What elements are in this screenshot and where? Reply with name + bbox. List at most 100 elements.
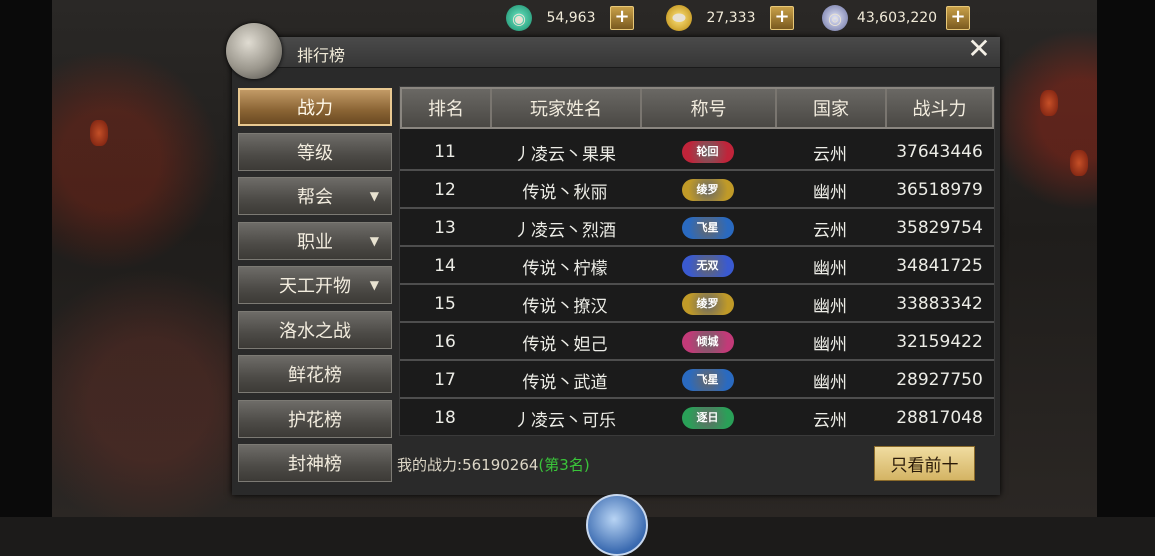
power-cell: 34841725 bbox=[896, 256, 983, 276]
title-badge-icon: 绫罗 bbox=[681, 293, 734, 315]
player-name-cell: 传说丶武道 bbox=[522, 372, 608, 393]
category-tab-label: 职业 bbox=[297, 232, 333, 253]
power-cell: 33883342 bbox=[896, 294, 983, 314]
category-tab[interactable]: 洛水之战 bbox=[238, 311, 392, 349]
title-badge-icon: 逐日 bbox=[681, 407, 734, 429]
table-row[interactable]: 16 传说丶妲己 倾城 幽州 32159422 bbox=[400, 325, 994, 361]
header-country: 国家 bbox=[777, 89, 887, 127]
category-tab[interactable]: 等级 bbox=[238, 133, 392, 171]
player-name-cell: 传说丶秋丽 bbox=[522, 182, 608, 203]
category-tab[interactable]: 鲜花榜 bbox=[238, 355, 392, 393]
power-cell: 28927750 bbox=[896, 370, 983, 390]
table-row[interactable]: 13 丿凌云丶烈酒 飞星 云州 35829754 bbox=[400, 211, 994, 247]
player-name-cell: 传说丶妲己 bbox=[522, 334, 608, 355]
header-player-name: 玩家姓名 bbox=[492, 89, 642, 127]
jade-icon: ◉ bbox=[506, 5, 532, 31]
country-cell: 幽州 bbox=[813, 258, 847, 279]
country-cell: 幽州 bbox=[813, 334, 847, 355]
currency-jade: ◉ 54,963 + bbox=[506, 4, 634, 32]
category-tab[interactable]: 天工开物 ▼ bbox=[238, 266, 392, 304]
bottom-skill-icon[interactable] bbox=[586, 494, 648, 556]
lantern-decoration bbox=[90, 120, 108, 146]
table-header: 排名 玩家姓名 称号 国家 战斗力 bbox=[400, 87, 994, 129]
title-badge-cell: 逐日 bbox=[640, 407, 775, 429]
rank-cell: 17 bbox=[434, 370, 456, 390]
category-tab-label: 封神榜 bbox=[288, 454, 342, 475]
gold-ingot-icon: ⬬ bbox=[666, 5, 692, 31]
category-tab-label: 鲜花榜 bbox=[288, 365, 342, 386]
country-cell: 云州 bbox=[813, 144, 847, 165]
rank-cell: 13 bbox=[434, 218, 456, 238]
table-body[interactable]: 11 丿凌云丶果果 轮回 云州 37643446 12 传说丶秋丽 绫罗 幽州 36518979 1… bbox=[400, 129, 994, 435]
title-badge-cell: 飞星 bbox=[640, 369, 775, 391]
dropdown-arrow-icon: ▼ bbox=[369, 189, 379, 203]
table-row[interactable]: 14 传说丶柠檬 无双 幽州 34841725 bbox=[400, 249, 994, 285]
my-power-summary: 我的战力:56190264(第3名) bbox=[397, 454, 590, 475]
player-name-cell: 传说丶撩汉 bbox=[522, 296, 608, 317]
show-top-ten-button[interactable]: 只看前十 bbox=[874, 446, 975, 481]
player-name-cell: 丿凌云丶可乐 bbox=[514, 410, 616, 431]
title-badge-icon: 倾城 bbox=[681, 331, 734, 353]
add-silver-button[interactable]: + bbox=[946, 6, 970, 30]
table-row[interactable]: 17 传说丶武道 飞星 幽州 28927750 bbox=[400, 363, 994, 399]
country-cell: 幽州 bbox=[813, 182, 847, 203]
title-badge-icon: 轮回 bbox=[681, 141, 734, 163]
currency-silver: ◎ 43,603,220 + bbox=[822, 4, 970, 32]
table-row[interactable]: 12 传说丶秋丽 绫罗 幽州 36518979 bbox=[400, 173, 994, 209]
player-name-cell: 丿凌云丶烈酒 bbox=[514, 220, 616, 241]
category-tab[interactable]: 职业 ▼ bbox=[238, 222, 392, 260]
power-cell: 28817048 bbox=[896, 408, 983, 428]
category-tab-label: 战力 bbox=[297, 98, 333, 119]
silver-amount: 43,603,220 bbox=[856, 10, 938, 26]
left-edge bbox=[0, 0, 52, 517]
my-rank: (第3名) bbox=[538, 456, 590, 474]
title-badge-icon: 飞星 bbox=[681, 217, 734, 239]
rank-cell: 11 bbox=[434, 142, 456, 162]
player-name-cell: 丿凌云丶果果 bbox=[514, 144, 616, 165]
category-tab-label: 天工开物 bbox=[279, 276, 351, 297]
rank-cell: 18 bbox=[434, 408, 456, 428]
category-tab[interactable]: 帮会 ▼ bbox=[238, 177, 392, 215]
table-row[interactable]: 11 丿凌云丶果果 轮回 云州 37643446 bbox=[400, 135, 994, 171]
category-tab[interactable]: 封神榜 bbox=[238, 444, 392, 482]
header-rank: 排名 bbox=[402, 89, 492, 127]
title-badge-icon: 绫罗 bbox=[681, 179, 734, 201]
title-badge-cell: 绫罗 bbox=[640, 179, 775, 201]
add-gold-button[interactable]: + bbox=[770, 6, 794, 30]
lantern-decoration bbox=[1040, 90, 1058, 116]
category-tab-label: 洛水之战 bbox=[279, 321, 351, 342]
power-cell: 36518979 bbox=[896, 180, 983, 200]
player-name-cell: 传说丶柠檬 bbox=[522, 258, 608, 279]
rank-cell: 15 bbox=[434, 294, 456, 314]
country-cell: 云州 bbox=[813, 410, 847, 431]
power-cell: 35829754 bbox=[896, 218, 983, 238]
title-badge-icon: 无双 bbox=[681, 255, 734, 277]
ranking-table: 排名 玩家姓名 称号 国家 战斗力 11 丿凌云丶果果 轮回 云州 37643446 12… bbox=[399, 86, 995, 436]
rank-cell: 16 bbox=[434, 332, 456, 352]
category-tab-label: 帮会 bbox=[297, 187, 333, 208]
table-row[interactable]: 18 丿凌云丶可乐 逐日 云州 28817048 bbox=[400, 401, 994, 435]
close-button[interactable]: ✕ bbox=[964, 34, 994, 64]
country-cell: 幽州 bbox=[813, 296, 847, 317]
add-jade-button[interactable]: + bbox=[610, 6, 634, 30]
table-row[interactable]: 15 传说丶撩汉 绫罗 幽州 33883342 bbox=[400, 287, 994, 323]
dropdown-arrow-icon: ▼ bbox=[369, 278, 379, 292]
country-cell: 云州 bbox=[813, 220, 847, 241]
power-cell: 32159422 bbox=[896, 332, 983, 352]
power-cell: 37643446 bbox=[896, 142, 983, 162]
title-badge-icon: 飞星 bbox=[681, 369, 734, 391]
country-cell: 幽州 bbox=[813, 372, 847, 393]
header-power: 战斗力 bbox=[912, 99, 967, 120]
gold-amount: 27,333 bbox=[706, 10, 756, 26]
dropdown-arrow-icon: ▼ bbox=[369, 234, 379, 248]
title-orb-icon bbox=[226, 23, 282, 79]
lantern-decoration bbox=[1070, 150, 1088, 176]
header-title: 称号 bbox=[642, 89, 777, 127]
category-tab[interactable]: 护花榜 bbox=[238, 400, 392, 438]
title-badge-cell: 轮回 bbox=[640, 141, 775, 163]
rank-cell: 14 bbox=[434, 256, 456, 276]
title-badge-cell: 无双 bbox=[640, 255, 775, 277]
category-tab[interactable]: 战力 bbox=[238, 88, 392, 126]
title-badge-cell: 飞星 bbox=[640, 217, 775, 239]
title-badge-cell: 绫罗 bbox=[640, 293, 775, 315]
